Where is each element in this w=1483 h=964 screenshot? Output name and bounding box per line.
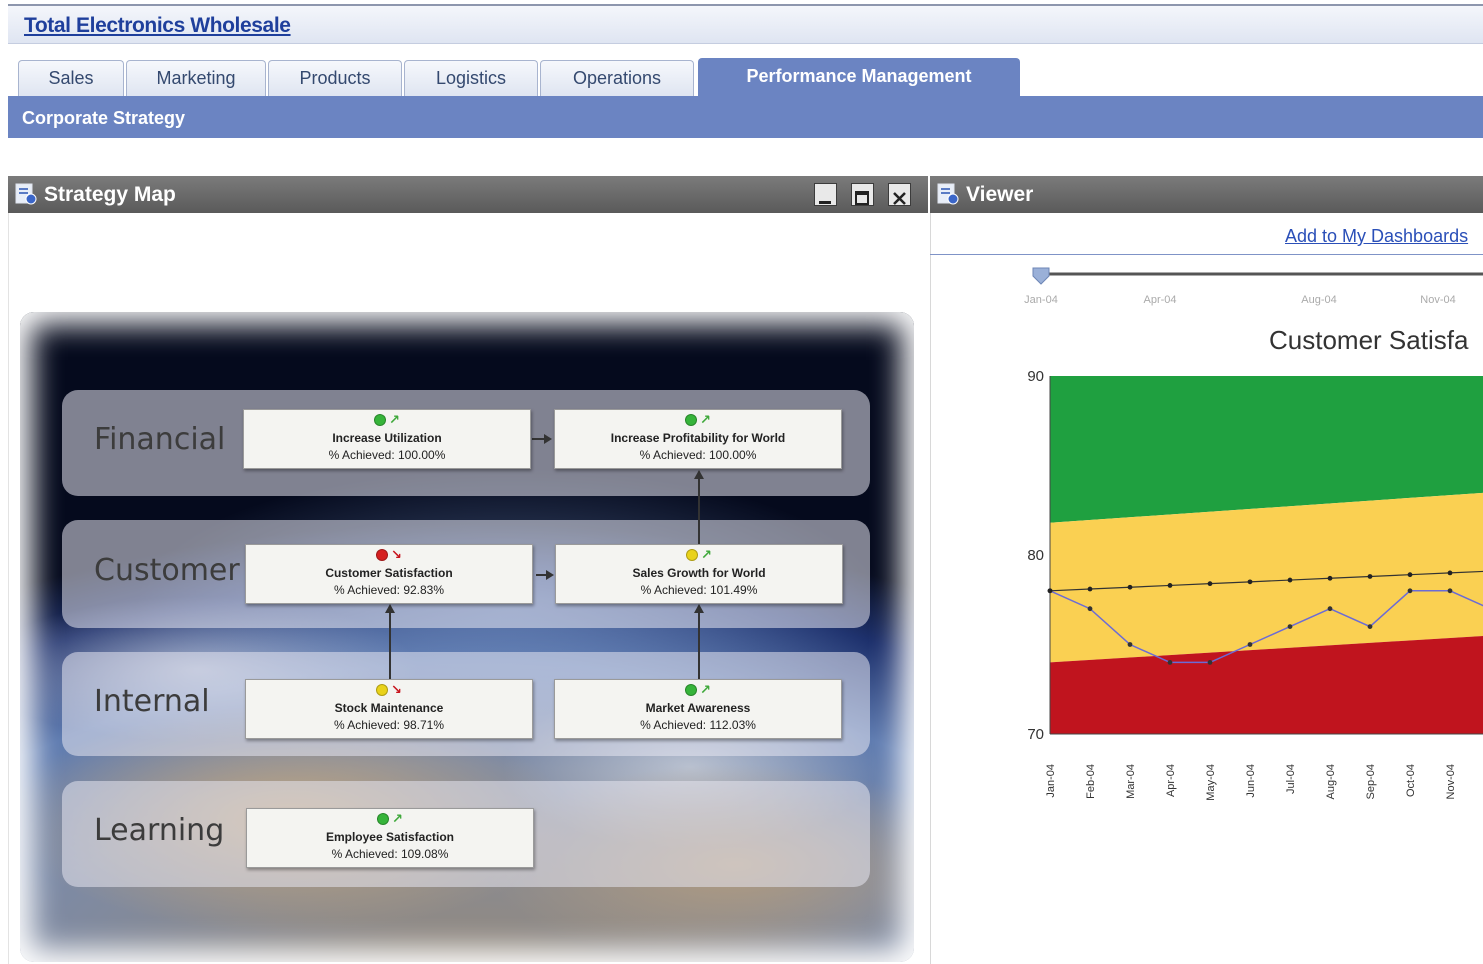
status-green-icon <box>377 813 390 825</box>
y-tick-label: 70 <box>1027 726 1044 743</box>
data-point <box>1367 574 1373 579</box>
data-point <box>1207 660 1213 665</box>
objective-name: Increase Profitability for World <box>610 431 786 445</box>
data-point <box>1247 642 1253 647</box>
status-yellow-icon <box>686 549 699 561</box>
objective-name: Stock Maintenance <box>334 701 444 715</box>
x-tick-label: Jul-04 <box>1285 764 1297 794</box>
data-point <box>1167 583 1173 588</box>
x-tick-label: Nov-04 <box>1445 764 1457 799</box>
portlet-icon <box>937 183 959 205</box>
data-point <box>1047 588 1053 594</box>
data-point <box>1207 581 1213 587</box>
trend-up-arrow-icon: ↗ <box>700 412 711 427</box>
objective-customer-satisfaction[interactable]: ↘ Customer Satisfaction % Achieved: 92.8… <box>245 544 533 604</box>
customer-satisfaction-chart: 70 80 90 Jan-04 Feb-04 Mar-04 Apr-04 May-04 Jun-… <box>1027 368 1483 801</box>
trend-up-arrow-icon: ↗ <box>389 412 400 427</box>
slider-label: Nov-04 <box>1420 294 1455 306</box>
data-point <box>1167 660 1173 665</box>
objective-achieved: % Achieved: 100.00% <box>328 448 446 462</box>
objective-achieved: % Achieved: 109.08% <box>331 847 449 861</box>
data-point <box>1327 575 1333 581</box>
objective-market-awareness[interactable]: ↗ Market Awareness % Achieved: 112.03% <box>554 679 842 739</box>
y-tick-label: 90 <box>1027 368 1044 385</box>
time-slider[interactable]: Jan-04 Apr-04 Aug-04 Nov-04 <box>1000 262 1483 310</box>
data-point <box>1087 586 1093 592</box>
objective-employee-satisfaction[interactable]: ↗ Employee Satisfaction % Achieved: 109.… <box>246 808 534 868</box>
data-point <box>1407 588 1413 594</box>
x-tick-label: Feb-04 <box>1085 764 1097 799</box>
slider-handle-icon[interactable] <box>1032 267 1050 285</box>
viewer-title: Viewer <box>966 183 1034 206</box>
objective-name: Employee Satisfaction <box>325 830 455 844</box>
data-point <box>1127 642 1133 647</box>
trend-up-arrow-icon: ↗ <box>700 682 711 697</box>
x-tick-label: Apr-04 <box>1165 764 1177 797</box>
trend-down-arrow-icon: ↘ <box>391 682 402 697</box>
objective-achieved: % Achieved: 101.49% <box>640 583 758 597</box>
objective-name: Customer Satisfaction <box>325 566 453 580</box>
viewer-titlebar: Viewer <box>930 176 1483 213</box>
status-yellow-icon <box>376 684 389 696</box>
objective-achieved: % Achieved: 98.71% <box>333 718 445 732</box>
objective-achieved: % Achieved: 112.03% <box>640 718 756 732</box>
data-point <box>1127 584 1133 590</box>
x-tick-label: Sep-04 <box>1365 764 1377 799</box>
x-tick-label: Jun-04 <box>1245 764 1257 798</box>
objective-achieved: % Achieved: 92.83% <box>333 583 445 597</box>
objective-name: Market Awareness <box>645 701 751 715</box>
data-point <box>1087 606 1093 612</box>
data-point <box>1447 570 1453 576</box>
trend-down-arrow-icon: ↘ <box>391 547 402 562</box>
status-red-icon <box>376 549 389 561</box>
objective-name: Sales Growth for World <box>632 566 766 580</box>
objective-sales-growth[interactable]: ↗ Sales Growth for World % Achieved: 101… <box>555 544 843 604</box>
data-point <box>1327 606 1333 612</box>
x-tick-label: Aug-04 <box>1325 764 1337 799</box>
slider-label: Jan-04 <box>1024 294 1058 306</box>
objective-name: Increase Utilization <box>332 431 442 445</box>
data-point <box>1247 579 1253 585</box>
trend-up-arrow-icon: ↗ <box>701 547 712 562</box>
objective-stock-maintenance[interactable]: ↘ Stock Maintenance % Achieved: 98.71% <box>245 679 533 739</box>
chart-title: Customer Satisfa <box>1269 325 1469 355</box>
data-point <box>1367 624 1373 629</box>
x-tick-label: Jan-04 <box>1045 764 1057 798</box>
objective-achieved: % Achieved: 100.00% <box>639 448 757 462</box>
x-tick-label: May-04 <box>1205 764 1217 801</box>
status-green-icon <box>685 684 698 696</box>
objective-increase-profitability[interactable]: ↗ Increase Profitability for World % Ach… <box>554 409 842 469</box>
viewer-divider <box>930 254 1483 255</box>
data-point <box>1407 572 1413 578</box>
status-green-icon <box>685 414 698 426</box>
slider-label: Aug-04 <box>1301 294 1336 306</box>
trend-up-arrow-icon: ↗ <box>392 811 403 826</box>
data-point <box>1287 577 1293 583</box>
status-green-icon <box>374 414 387 426</box>
add-to-my-dashboards-link[interactable]: Add to My Dashboards <box>1285 226 1468 247</box>
slider-label: Apr-04 <box>1143 294 1176 306</box>
data-point <box>1447 588 1453 594</box>
x-tick-label: Oct-04 <box>1405 764 1417 797</box>
x-tick-label: Mar-04 <box>1125 764 1137 799</box>
data-point <box>1287 624 1293 629</box>
y-tick-label: 80 <box>1027 547 1044 564</box>
objective-increase-utilization[interactable]: ↗ Increase Utilization % Achieved: 100.0… <box>243 409 531 469</box>
